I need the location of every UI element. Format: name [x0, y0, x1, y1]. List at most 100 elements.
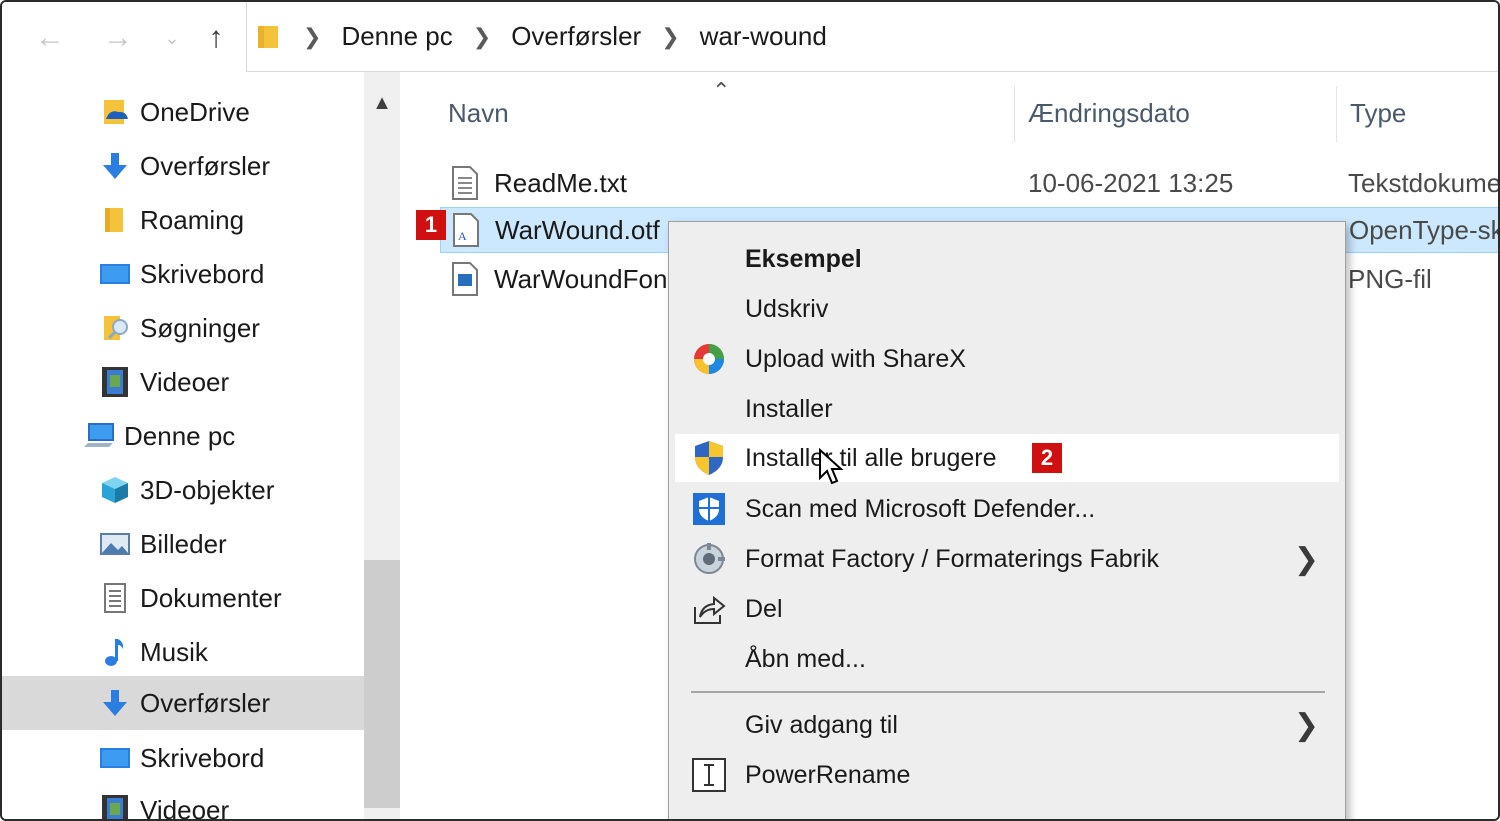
sidebar-item-musik[interactable]: Musik: [2, 626, 364, 678]
menu-item-scan-defender[interactable]: Scan med Microsoft Defender...: [675, 485, 1339, 533]
sidebar-item-label: Videoer: [140, 366, 230, 397]
sidebar-item-label: Videoer: [140, 794, 230, 821]
forward-arrow-icon[interactable]: →: [98, 20, 138, 56]
search-folder-icon: [98, 311, 132, 345]
film-icon: [98, 793, 132, 819]
folder-icon: [98, 203, 132, 237]
sidebar-item-denne-pc[interactable]: Denne pc: [2, 410, 364, 462]
menu-item-upload-sharex[interactable]: Upload with ShareX: [675, 335, 1339, 383]
recent-locations-chevron-icon[interactable]: ⌄: [152, 20, 192, 56]
folder-icon: [258, 25, 278, 48]
onedrive-icon: [98, 95, 132, 129]
menu-item-abn-med[interactable]: Åbn med...: [675, 635, 1339, 683]
mouse-cursor-icon: [819, 448, 844, 485]
cube-icon: [98, 473, 132, 507]
sidebar-item-videoer[interactable]: Videoer: [2, 356, 364, 408]
breadcrumb-separator-icon: ❯: [661, 23, 680, 49]
step-badge-2: 2: [1032, 443, 1062, 473]
menu-item-label: PowerRename: [745, 760, 911, 789]
file-type: Tekstdokume: [1348, 167, 1500, 198]
sidebar-item-billeder[interactable]: Billeder: [2, 518, 364, 570]
sidebar-item-onedrive[interactable]: OneDrive: [2, 86, 364, 138]
file-name: WarWoundFon: [494, 263, 668, 294]
menu-item-label: Installer til alle brugere: [745, 443, 997, 472]
column-divider[interactable]: [1336, 86, 1337, 142]
file-date: 10-06-2021 13:25: [1028, 167, 1234, 198]
uac-shield-icon: [691, 440, 727, 476]
explorer-window: ← → ⌄ ↑ ❯ Denne pc ❯ Overførsler ❯ war-w…: [0, 0, 1500, 821]
menu-item-label: Scan med Microsoft Defender...: [745, 494, 1096, 523]
sort-ascending-icon: ⌃: [712, 78, 731, 103]
column-divider[interactable]: [1014, 86, 1015, 142]
film-icon: [98, 365, 132, 399]
document-icon: [98, 581, 132, 615]
sidebar-item-label: Overførsler: [140, 687, 270, 718]
breadcrumb-separator-icon: ❯: [303, 23, 322, 49]
navigation-bar: ← → ⌄ ↑ ❯ Denne pc ❯ Overførsler ❯ war-w…: [2, 2, 1498, 72]
sidebar-item-3d-objekter[interactable]: 3D-objekter: [2, 464, 364, 516]
sidebar-item-label: Musik: [140, 636, 208, 667]
computer-icon: [82, 419, 116, 453]
file-row-readme[interactable]: ReadMe.txt 10-06-2021 13:25 Tekstdokume: [440, 160, 1500, 206]
address-bar[interactable]: ❯ Denne pc ❯ Overførsler ❯ war-wound: [246, 2, 1498, 72]
menu-item-eksempel[interactable]: Eksempel: [675, 235, 1339, 283]
column-header-name[interactable]: Navn: [448, 98, 509, 129]
column-header-date[interactable]: Ændringsdato: [1028, 98, 1190, 129]
menu-item-giv-adgang[interactable]: Giv adgang til ❯: [675, 701, 1339, 749]
menu-item-format-factory[interactable]: Format Factory / Formaterings Fabrik ❯: [675, 535, 1339, 583]
submenu-chevron-icon: ❯: [1293, 708, 1319, 742]
context-menu: Eksempel Udskriv Upload with ShareX Inst…: [668, 221, 1346, 819]
menu-item-label: Upload with ShareX: [745, 344, 966, 373]
sidebar-item-label: Overførsler: [140, 150, 270, 181]
menu-item-installer-alle-brugere[interactable]: Installer til alle brugere: [675, 434, 1339, 482]
sidebar-item-overforsler-selected[interactable]: Overførsler: [2, 676, 364, 730]
up-arrow-icon[interactable]: ↑: [196, 20, 236, 56]
svg-text:A: A: [458, 229, 467, 243]
sidebar-item-sogninger[interactable]: Søgninger: [2, 302, 364, 354]
submenu-chevron-icon: ❯: [1293, 542, 1319, 576]
format-factory-icon: [691, 541, 727, 577]
sidebar-item-label: Søgninger: [140, 312, 260, 343]
share-icon: [691, 591, 727, 627]
breadcrumb-item[interactable]: Denne pc: [341, 21, 452, 52]
pictures-icon: [98, 527, 132, 561]
breadcrumb-item[interactable]: war-wound: [700, 21, 827, 52]
breadcrumb-separator-icon: ❯: [472, 23, 492, 49]
menu-item-del[interactable]: Del: [675, 585, 1339, 633]
music-note-icon: [98, 635, 132, 669]
scroll-up-icon[interactable]: ▲: [364, 88, 400, 118]
file-type: OpenType-sk: [1349, 214, 1500, 245]
sidebar-item-label: Skrivebord: [140, 742, 265, 773]
file-name: ReadMe.txt: [494, 167, 627, 198]
sidebar-scrollbar[interactable]: ▲: [364, 72, 400, 819]
sidebar-item-skrivebord[interactable]: Skrivebord: [2, 732, 364, 784]
menu-item-installer[interactable]: Installer: [675, 385, 1339, 433]
sidebar-item-label: 3D-objekter: [140, 474, 275, 505]
menu-item-label: Udskriv: [745, 294, 829, 323]
sharex-icon: [691, 341, 727, 377]
file-type: PNG-fil: [1348, 263, 1432, 294]
file-name: WarWound.otf: [495, 214, 660, 245]
column-header-type[interactable]: Type: [1350, 98, 1406, 129]
menu-item-udskriv[interactable]: Udskriv: [675, 285, 1339, 333]
download-arrow-icon: [98, 149, 132, 183]
download-arrow-icon: [98, 686, 132, 720]
text-file-icon: [452, 166, 478, 200]
sidebar-item-dokumenter[interactable]: Dokumenter: [2, 572, 364, 624]
sidebar-item-label: Billeder: [140, 528, 227, 559]
navigation-pane: OneDrive Overførsler Roaming Skrivebord …: [2, 72, 364, 821]
menu-item-label: Eksempel: [745, 244, 862, 273]
desktop-icon: [98, 257, 132, 291]
sidebar-item-roaming[interactable]: Roaming: [2, 194, 364, 246]
sidebar-item-overforsler[interactable]: Overførsler: [2, 140, 364, 192]
menu-item-label: Installer: [745, 394, 833, 423]
menu-item-label: Del: [745, 594, 783, 623]
sidebar-item-videoer[interactable]: Videoer: [2, 784, 364, 821]
scrollbar-thumb[interactable]: [364, 560, 400, 808]
image-file-icon: [452, 262, 478, 296]
menu-item-powerrename[interactable]: PowerRename: [675, 751, 1339, 799]
back-arrow-icon[interactable]: ←: [30, 20, 70, 56]
powerrename-icon: [691, 757, 727, 793]
sidebar-item-skrivebord[interactable]: Skrivebord: [2, 248, 364, 300]
breadcrumb-item[interactable]: Overførsler: [511, 21, 641, 52]
